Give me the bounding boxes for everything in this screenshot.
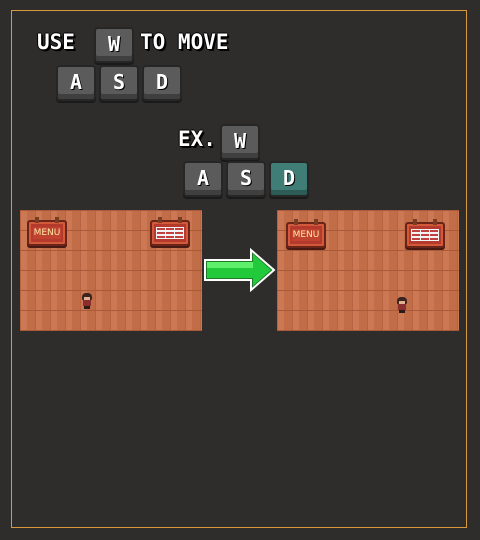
example-a-key: A [183,161,223,197]
d-key: D [142,65,182,101]
w-key: W [94,27,134,63]
room-before: MENU [20,210,202,331]
player-character [81,293,93,309]
example-d-key-pressed: D [269,161,309,197]
s-key: S [99,65,139,101]
menu-sign-label: MENU [33,227,61,239]
use-label: USE [37,30,75,54]
room-after: MENU [277,210,459,331]
right-arrow-icon [204,248,276,292]
player-character [396,297,408,313]
example-s-key: S [226,161,266,197]
menu-sign-label: MENU [292,229,320,241]
example-w-key: W [220,124,260,160]
a-key: A [56,65,96,101]
example-label: EX. [178,127,216,151]
menu-sign: MENU [286,219,326,248]
menu-sign: MENU [27,217,67,246]
notice-board [150,217,190,246]
to-move-label: TO MOVE [140,30,229,54]
notice-board [405,219,445,248]
